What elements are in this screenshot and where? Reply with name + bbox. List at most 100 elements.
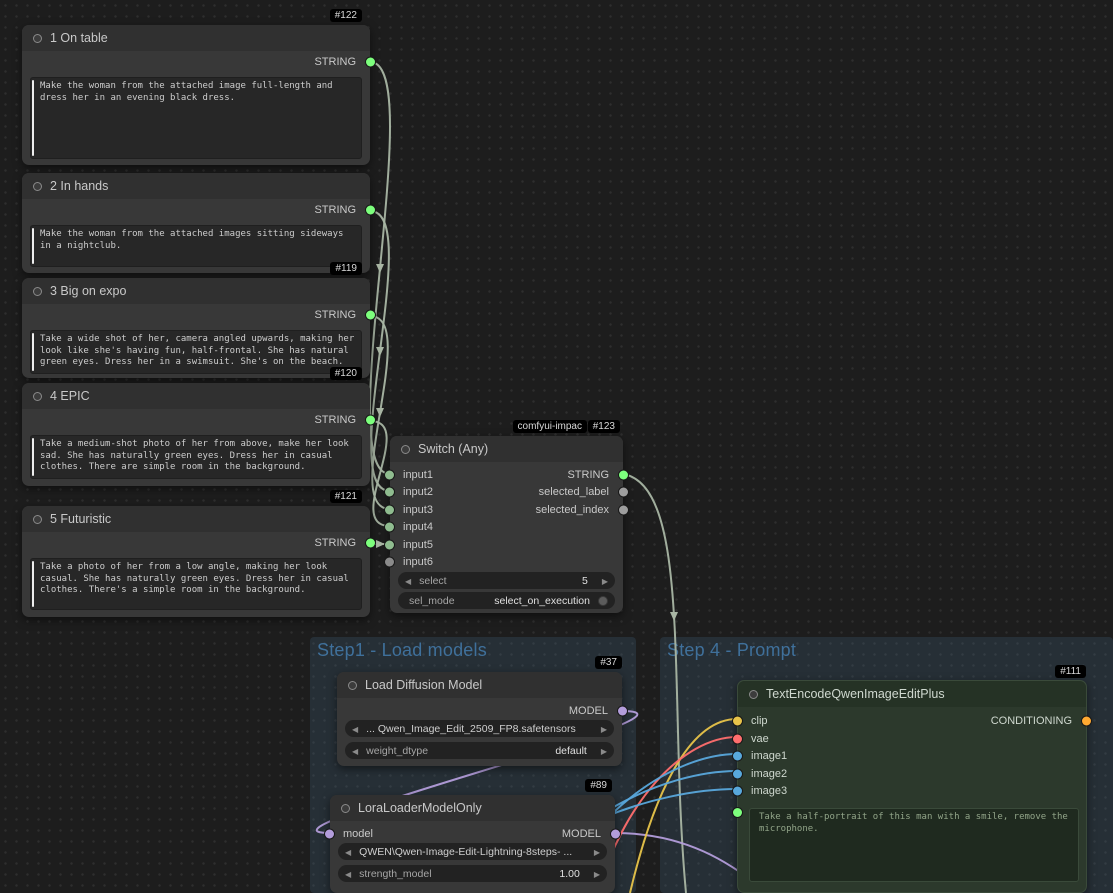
node-title: 4 EPIC	[50, 389, 90, 403]
node-title: Load Diffusion Model	[365, 678, 483, 692]
collapse-dot-icon[interactable]	[33, 181, 42, 191]
lora-name-widget[interactable]: QWEN\Qwen-Image-Edit-Lightning-8steps- .…	[338, 843, 607, 860]
clip-input-port[interactable]	[733, 716, 742, 726]
prompt-text-area[interactable]: Take a photo of her from a low angle, ma…	[30, 558, 362, 610]
node-title-bar[interactable]: 4 EPIC	[22, 383, 370, 409]
input-label: input6	[403, 556, 433, 568]
link-arrow-icon	[376, 540, 385, 548]
input4-port[interactable]	[385, 522, 394, 532]
prompt-text-area[interactable]: Make the woman from the attached images …	[30, 225, 362, 267]
node-text-encode-qwen-image-edit-plus[interactable]: #111 TextEncodeQwenImageEditPlus clip CO…	[733, 665, 1091, 893]
node-prompt-3-big-on-expo[interactable]: #119 3 Big on expo STRING Take a wide sh…	[22, 262, 375, 378]
widget-value: default	[555, 744, 587, 757]
group-title[interactable]: Step 4 - Prompt	[660, 637, 1113, 664]
node-prompt-1-on-table[interactable]: #122 1 On table STRING Make the woman fr…	[22, 9, 375, 165]
model-input-port[interactable]	[325, 829, 334, 839]
node-pack-badge: comfyui-impac	[512, 420, 587, 433]
widget-decrement-arrow-icon[interactable]	[345, 868, 351, 880]
node-prompt-4-epic[interactable]: #120 4 EPIC STRING Take a medium-shot ph…	[22, 367, 375, 486]
widget-decrement-arrow-icon[interactable]	[345, 846, 351, 858]
widget-decrement-arrow-icon[interactable]	[352, 723, 358, 735]
collapse-dot-icon[interactable]	[348, 680, 357, 690]
input1-port[interactable]	[385, 470, 394, 480]
node-title-bar[interactable]: 5 Futuristic	[22, 506, 370, 532]
string-output-port[interactable]	[366, 57, 375, 67]
collapse-dot-icon[interactable]	[341, 803, 350, 813]
group-title[interactable]: Step1 - Load models	[310, 637, 636, 664]
collapse-dot-icon[interactable]	[749, 689, 758, 699]
collapse-dot-icon[interactable]	[33, 514, 42, 524]
output-label: MODEL	[561, 828, 601, 840]
string-output-port[interactable]	[366, 538, 375, 548]
input5-port[interactable]	[385, 540, 394, 550]
collapse-dot-icon[interactable]	[401, 444, 410, 454]
node-lora-loader-model-only[interactable]: #89 LoraLoaderModelOnly model MODEL QWEN…	[325, 779, 620, 893]
widget-decrement-arrow-icon[interactable]	[405, 575, 411, 587]
node-prompt-5-futuristic[interactable]: #121 5 Futuristic STRING Take a photo of…	[22, 490, 375, 617]
string-output-port[interactable]	[619, 470, 628, 480]
link-arrow-icon	[376, 264, 384, 273]
node-title-bar[interactable]: 1 On table	[22, 25, 370, 51]
node-title: 1 On table	[50, 31, 108, 45]
output-label: STRING	[314, 537, 356, 549]
node-title-bar[interactable]: Switch (Any)	[390, 436, 623, 462]
select-widget[interactable]: select 5	[398, 572, 615, 589]
strength-model-widget[interactable]: strength_model 1.00	[338, 865, 607, 882]
input6-port[interactable]	[385, 557, 394, 567]
model-output-port[interactable]	[618, 706, 627, 716]
selected-label-port[interactable]	[619, 487, 628, 497]
collapse-dot-icon[interactable]	[33, 391, 42, 401]
widget-increment-arrow-icon[interactable]	[601, 723, 607, 735]
input2-port[interactable]	[385, 487, 394, 497]
node-title-bar[interactable]: 3 Big on expo	[22, 278, 370, 304]
collapse-dot-icon[interactable]	[33, 286, 42, 296]
prompt-text-area[interactable]: Take a medium-shot photo of her from abo…	[30, 435, 362, 479]
widget-label: weight_dtype	[366, 744, 429, 757]
node-title-bar[interactable]: TextEncodeQwenImageEditPlus	[738, 681, 1086, 707]
image1-input-port[interactable]	[733, 751, 742, 761]
model-output-port[interactable]	[611, 829, 620, 839]
string-output-port[interactable]	[366, 415, 375, 425]
input-label: input1	[403, 469, 433, 481]
node-id-badge: #123	[587, 420, 620, 433]
link-arrow-icon	[376, 347, 384, 356]
ckpt-name-widget[interactable]: ... Qwen_Image_Edit_2509_FP8.safetensors	[345, 720, 614, 737]
node-prompt-2-in-hands[interactable]: 2 In hands STRING Make the woman from th…	[22, 173, 375, 273]
link-arrow-icon	[670, 612, 678, 621]
prompt-text-area[interactable]: Take a half-portrait of this man with a …	[749, 808, 1079, 882]
weight-dtype-widget[interactable]: weight_dtype default	[345, 742, 614, 759]
widget-label: sel_mode	[409, 594, 455, 607]
prompt-text-area[interactable]: Take a wide shot of her, camera angled u…	[30, 330, 362, 374]
node-graph-canvas[interactable]: Step1 - Load models Step 4 - Prompt #122…	[0, 0, 1113, 893]
node-title: 5 Futuristic	[50, 512, 112, 526]
string-output-port[interactable]	[366, 310, 375, 320]
node-title-bar[interactable]: 2 In hands	[22, 173, 370, 199]
widget-decrement-arrow-icon[interactable]	[352, 745, 358, 757]
vae-input-port[interactable]	[733, 734, 742, 743]
node-switch-any[interactable]: comfyui-impac #123 Switch (Any) input1 S…	[385, 420, 628, 613]
node-id-badge: #111	[1055, 665, 1086, 678]
widget-value: ... Qwen_Image_Edit_2509_FP8.safetensors	[366, 722, 576, 735]
widget-increment-arrow-icon[interactable]	[594, 846, 600, 858]
node-title-bar[interactable]: LoraLoaderModelOnly	[330, 795, 615, 821]
output-label: STRING	[567, 469, 609, 481]
string-output-port[interactable]	[366, 205, 375, 215]
toggle-knob-icon[interactable]	[598, 595, 608, 606]
node-title: Switch (Any)	[418, 442, 489, 456]
widget-increment-arrow-icon[interactable]	[602, 575, 608, 587]
input3-port[interactable]	[385, 505, 394, 515]
widget-increment-arrow-icon[interactable]	[601, 745, 607, 757]
prompt-input-port[interactable]	[733, 808, 742, 817]
collapse-dot-icon[interactable]	[33, 33, 42, 43]
conditioning-output-port[interactable]	[1082, 716, 1091, 726]
input-label: input5	[403, 538, 433, 551]
prompt-text-area[interactable]: Make the woman from the attached image f…	[30, 77, 362, 159]
node-title-bar[interactable]: Load Diffusion Model	[337, 672, 622, 698]
sel-mode-widget[interactable]: sel_mode select_on_execution	[398, 592, 615, 609]
image3-input-port[interactable]	[733, 786, 742, 796]
widget-label: select	[419, 574, 447, 587]
node-load-diffusion-model[interactable]: #37 Load Diffusion Model MODEL ... Qwen_…	[337, 656, 627, 766]
widget-increment-arrow-icon[interactable]	[594, 868, 600, 880]
selected-index-port[interactable]	[619, 505, 628, 515]
image2-input-port[interactable]	[733, 769, 742, 778]
